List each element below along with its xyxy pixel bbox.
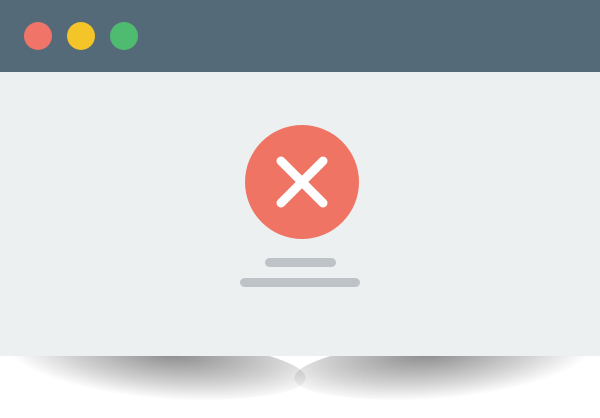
window-content (0, 72, 600, 356)
error-title-placeholder (265, 258, 336, 267)
error-icon (245, 125, 359, 239)
minimize-window-button[interactable] (67, 22, 95, 50)
error-message-placeholder (240, 278, 360, 287)
window-titlebar (0, 0, 600, 72)
maximize-window-button[interactable] (110, 22, 138, 50)
x-mark-icon (276, 156, 328, 208)
scene (0, 0, 600, 418)
browser-window (0, 0, 600, 356)
close-window-button[interactable] (24, 22, 52, 50)
